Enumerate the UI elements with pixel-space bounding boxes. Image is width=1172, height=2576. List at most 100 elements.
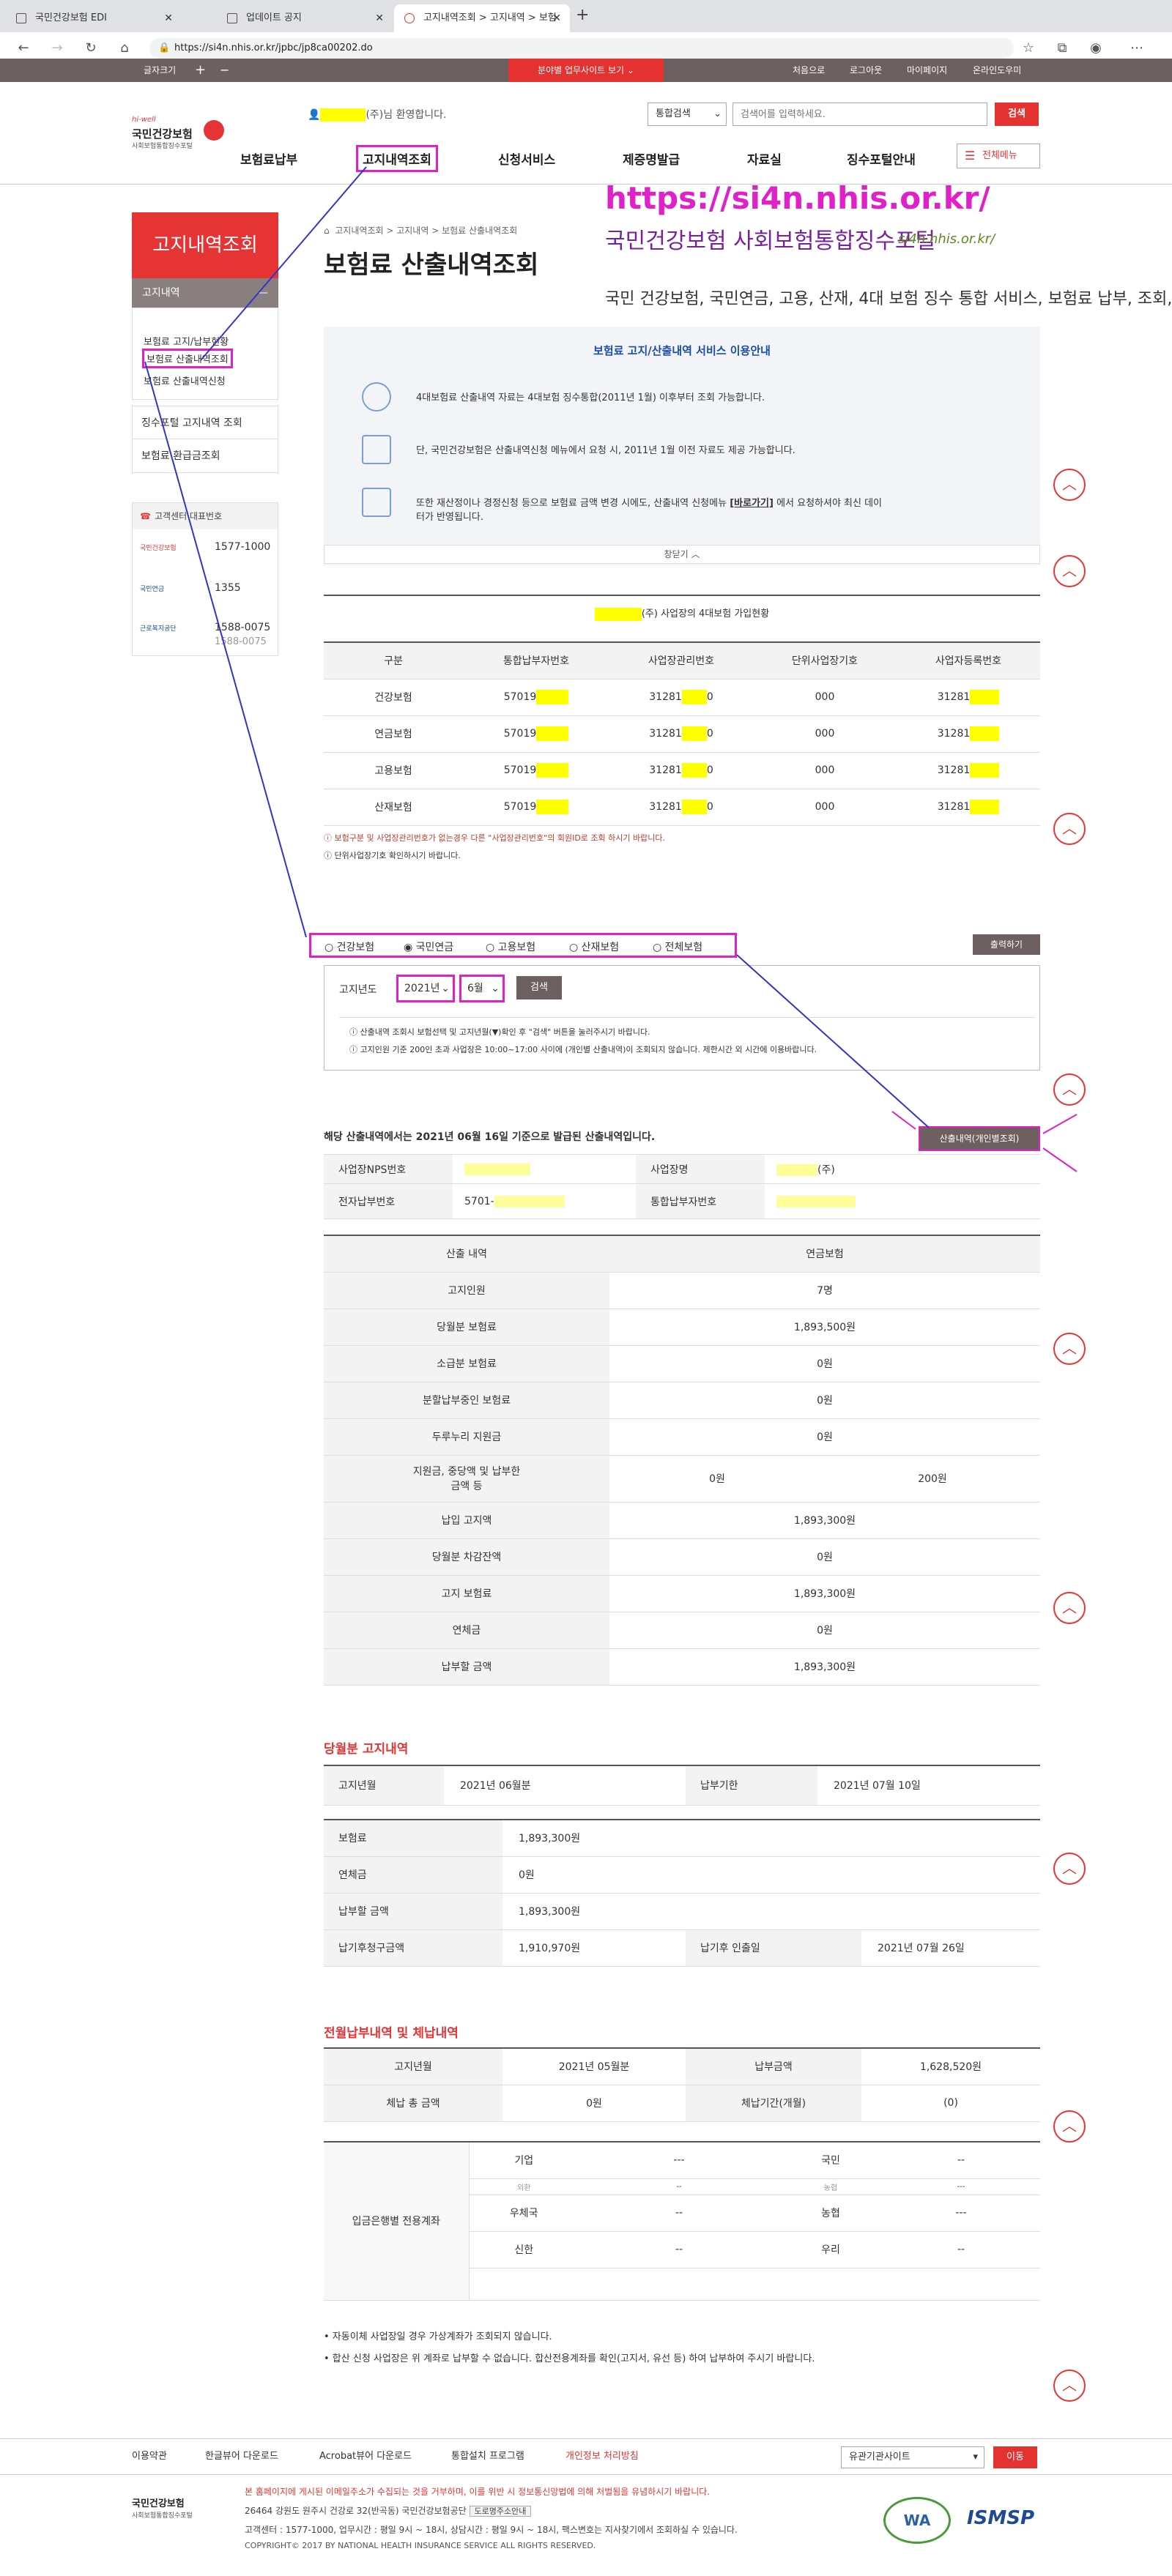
gnb-payment[interactable]: 보험료납부: [240, 149, 297, 168]
radio-industrial[interactable]: ○ 산재보험: [569, 939, 619, 954]
footer-logo-text: 국민건강보험: [132, 2498, 185, 2509]
row-header: 입금은행별 전용계좌: [324, 2142, 470, 2301]
search-input[interactable]: [732, 103, 987, 126]
home-link[interactable]: 처음으로: [793, 59, 825, 82]
online-help-link[interactable]: 온라인도우미: [973, 59, 1021, 82]
row-header: 납부할 금액: [324, 1648, 609, 1686]
month-select[interactable]: 6월 ⌄: [459, 975, 505, 1002]
close-icon[interactable]: ✕: [375, 4, 384, 32]
scroll-top-button[interactable]: ︿: [1053, 813, 1086, 845]
column-header: 단위사업장기호: [753, 642, 897, 680]
table-cell: 31281: [897, 752, 1040, 789]
browser-tab-active[interactable]: 고지내역조회 > 고지내역 > 보험 ✕: [394, 4, 570, 32]
gnb-notice-inquiry[interactable]: 고지내역조회: [356, 145, 438, 172]
more-icon[interactable]: ⋯: [1128, 40, 1146, 57]
footer-link[interactable]: 한글뷰어 다운로드: [205, 2439, 278, 2474]
radio-employment[interactable]: ○ 고용보험: [486, 939, 535, 954]
profile-icon[interactable]: ◉: [1087, 40, 1105, 57]
scroll-top-button[interactable]: ︿: [1053, 555, 1086, 587]
close-info-button[interactable]: 창닫기 ︿: [324, 545, 1040, 564]
all-menu-button[interactable]: ☰ 전체메뉴: [957, 144, 1040, 168]
radio-all[interactable]: ○ 전체보험: [653, 939, 702, 954]
logo[interactable]: hi-well 국민건강보험 사회보험통합징수포털: [132, 116, 234, 160]
month-value: 6월: [467, 983, 483, 994]
new-tab-icon[interactable]: +: [576, 6, 589, 24]
year-select[interactable]: 2021년 ⌄: [396, 975, 455, 1002]
document-icon: [362, 435, 391, 464]
font-decrease-button[interactable]: −: [220, 59, 229, 82]
browser-tab[interactable]: 국민건강보험 EDI ✕: [6, 4, 182, 32]
close-icon[interactable]: ✕: [552, 4, 561, 32]
shortcut-link[interactable]: [바로가기]: [730, 498, 774, 509]
table-row: 고용보험 57019 31281 0 000 31281: [324, 752, 1040, 789]
favorite-icon[interactable]: ☆: [1020, 40, 1037, 57]
search-button[interactable]: 검색: [995, 103, 1039, 126]
scroll-top-button[interactable]: ︿: [1053, 469, 1086, 501]
row-header: 당월분 보험료: [324, 1309, 609, 1346]
related-sites-select[interactable]: 유관기관사이트 ▾: [841, 2446, 984, 2468]
scroll-top-button[interactable]: ︿: [1053, 1333, 1086, 1365]
bank-account: ---: [882, 2195, 1040, 2232]
chevron-down-icon: ⌄: [441, 983, 450, 994]
radio-pension[interactable]: ◉ 국민연금: [404, 939, 453, 954]
scroll-top-button[interactable]: ︿: [1053, 2370, 1086, 2402]
scroll-top-button[interactable]: ︿: [1053, 2110, 1086, 2143]
logout-link[interactable]: 로그아웃: [850, 59, 882, 82]
close-icon[interactable]: ✕: [164, 4, 173, 32]
search-submit-button[interactable]: 검색: [516, 976, 562, 999]
collections-icon[interactable]: ⧉: [1053, 40, 1071, 57]
browser-tab[interactable]: 업데이트 공지 ✕: [217, 4, 393, 32]
sidebar-portal-notice[interactable]: 징수포털 고지내역 조회: [132, 406, 278, 439]
breadcrumb-item[interactable]: 고지내역: [396, 226, 429, 236]
search-scope-select[interactable]: 통합검색 ⌄: [648, 103, 727, 126]
footer-logo: 국민건강보험 사회보험통합징수포털: [132, 2495, 205, 2532]
detail-inquiry-button[interactable]: 산출내역(개인별조회): [919, 1126, 1040, 1151]
home-icon[interactable]: ⌂: [324, 226, 330, 236]
scroll-top-button[interactable]: ︿: [1053, 1853, 1086, 1885]
url-field[interactable]: 🔒 https://si4n.nhis.or.kr/jpbc/jp8ca00202…: [149, 38, 1014, 59]
cell-text: 31281: [937, 764, 971, 776]
bank-name: 신한: [469, 2231, 579, 2268]
footer-link[interactable]: 개인정보 처리방침: [565, 2439, 639, 2474]
bank-account: --: [579, 2195, 779, 2232]
font-increase-button[interactable]: +: [195, 59, 206, 82]
back-icon[interactable]: ←: [15, 40, 32, 57]
row-header: 납기후 인출일: [686, 1929, 861, 1967]
road-address-button[interactable]: 도로명주소안내: [469, 2506, 532, 2517]
redacted-cell: [970, 726, 1000, 741]
table-cell: 31281 0: [609, 715, 753, 753]
cell-text: 31281: [937, 801, 971, 813]
info-text: 에서 요청하셔야 최신 데이: [776, 498, 883, 509]
sidebar-item-status[interactable]: 보험료 고지/납부현황: [144, 334, 229, 348]
go-button[interactable]: 이동: [993, 2446, 1037, 2468]
gnb-certificate[interactable]: 제증명발급: [623, 149, 680, 168]
reload-icon[interactable]: ↻: [82, 40, 100, 57]
sidebar-item-calc-apply[interactable]: 보험료 산출내역신청: [144, 373, 226, 387]
divider: [339, 1017, 1035, 1018]
home-icon[interactable]: ⌂: [116, 40, 133, 57]
forward-icon[interactable]: →: [48, 40, 66, 57]
mypage-link[interactable]: 마이페이지: [907, 59, 947, 82]
sidebar-refund[interactable]: 보험료 환급금조회: [132, 439, 278, 473]
print-button[interactable]: 출력하기: [973, 934, 1040, 955]
scroll-top-button[interactable]: ︿: [1053, 1073, 1086, 1106]
footer-link[interactable]: 통합설치 프로그램: [451, 2439, 524, 2474]
sidebar-item-calc-inquiry[interactable]: 보험료 산출내역조회: [142, 349, 233, 368]
site-list-button[interactable]: 분야별 업무사이트 보기 ⌄: [508, 59, 664, 82]
bank-account: --: [882, 2231, 1040, 2268]
sidebar-sub[interactable]: 고지내역 —: [132, 278, 278, 308]
footer-link[interactable]: Acrobat뷰어 다운로드: [319, 2439, 412, 2474]
annotation-small: si4n.nhis.or.kr/: [898, 231, 995, 247]
center-phone: 1577-1000: [215, 541, 271, 553]
table-row: 고지년월 2021년 06월분 납부기한 2021년 07월 10일: [324, 1765, 1040, 1806]
breadcrumb-item[interactable]: 고지내역조회: [335, 226, 383, 236]
footer-link[interactable]: 이용약관: [132, 2439, 167, 2474]
gnb-archive[interactable]: 자료실: [747, 149, 782, 168]
gnb-portal-info[interactable]: 징수포털안내: [847, 149, 916, 168]
scroll-top-button[interactable]: ︿: [1053, 1592, 1086, 1624]
radio-health[interactable]: ○ 건강보험: [324, 939, 374, 954]
info-line: 단, 국민건강보험은 산출내역신청 메뉴에서 요청 시, 2011년 1월 이전…: [416, 445, 795, 456]
gnb-apply[interactable]: 신청서비스: [498, 149, 555, 168]
info-line: 또한 재산정이나 경정신청 등으로 보험료 금액 변경 시에도, 산출내역 신청…: [416, 495, 1002, 523]
url-text: https://si4n.nhis.or.kr/jpbc/jp8ca00202.…: [174, 42, 373, 53]
